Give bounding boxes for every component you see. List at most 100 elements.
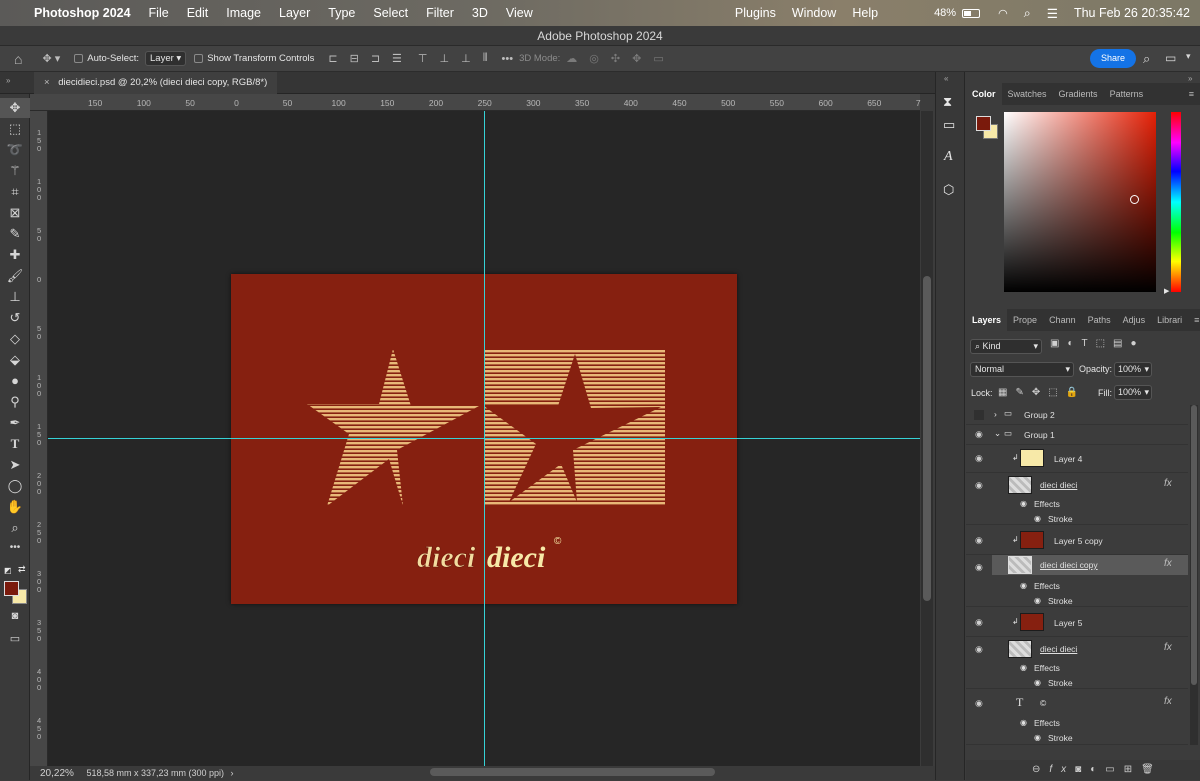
fx-icon[interactable]: fx <box>1164 642 1172 653</box>
paint-bucket-icon[interactable]: ⬙ <box>0 352 30 368</box>
3d-slide-icon[interactable]: ✥ <box>632 52 641 65</box>
close-tab-icon[interactable]: × <box>44 77 50 88</box>
fx-add-icon[interactable]: fx <box>1049 764 1075 775</box>
menu-plugins[interactable]: Plugins <box>735 6 776 20</box>
blur-tool-icon[interactable]: ● <box>0 373 30 388</box>
layer-row-selected[interactable]: ◉ dieci dieci copy fx ◉ Effects ◉ Stroke <box>966 555 1188 607</box>
link-layers-icon[interactable]: ⊖ <box>1032 764 1049 775</box>
scroll-thumb[interactable] <box>923 276 931 601</box>
ellipse-tool-icon[interactable]: ◯ <box>0 478 30 494</box>
move-tool-icon[interactable]: ✥ <box>0 98 30 118</box>
distribute-v-icon[interactable]: ⦀ <box>483 52 488 65</box>
dodge-tool-icon[interactable]: ⚲ <box>0 394 30 410</box>
eye-icon[interactable]: ◉ <box>975 453 983 464</box>
hand-tool-icon[interactable]: ✋ <box>0 499 30 515</box>
layer-row[interactable]: ◉ ↲ Layer 5 copy <box>966 527 1188 555</box>
eye-icon[interactable]: ◉ <box>975 644 983 655</box>
tab-gradients[interactable]: Gradients <box>1053 83 1104 105</box>
menu-help[interactable]: Help <box>852 6 878 20</box>
tab-patterns[interactable]: Patterns <box>1104 83 1150 105</box>
foreground-color-swatch[interactable] <box>4 581 19 596</box>
menu-edit[interactable]: Edit <box>187 6 209 20</box>
eye-icon[interactable]: ◉ <box>975 480 983 491</box>
eyedropper-icon[interactable]: ✎ <box>0 226 30 242</box>
effects-eye-icon[interactable]: ◉ <box>1020 718 1027 727</box>
3d-panel-icon[interactable]: ⬡ <box>943 182 954 198</box>
layers-scrollbar[interactable] <box>1190 405 1198 745</box>
status-menu-icon[interactable]: › <box>231 768 234 778</box>
stroke-eye-icon[interactable]: ◉ <box>1034 596 1041 605</box>
vertical-scrollbar[interactable] <box>921 111 933 766</box>
menu-view[interactable]: View <box>506 6 533 20</box>
menu-select[interactable]: Select <box>373 6 408 20</box>
expand-chevron-icon[interactable]: › <box>994 409 997 419</box>
fx-icon[interactable]: fx <box>1164 558 1172 569</box>
control-center-icon[interactable]: ☰ <box>1047 6 1058 21</box>
collapse-toolbar-icon[interactable]: » <box>6 76 10 85</box>
blend-mode-dropdown[interactable]: Normal ▾ <box>970 362 1074 377</box>
path-selection-icon[interactable]: ➤ <box>0 457 30 473</box>
move-tool-icon[interactable]: ✥ ▾ <box>42 52 60 65</box>
hue-slider[interactable] <box>1171 112 1181 292</box>
search-icon[interactable]: ⌕ <box>1024 6 1031 21</box>
align-right-icon[interactable]: ⊐ <box>371 52 380 65</box>
tab-channels[interactable]: Chann <box>1043 309 1082 331</box>
eye-icon[interactable]: ◉ <box>975 429 983 440</box>
menu-app-name[interactable]: Photoshop 2024 <box>34 6 131 20</box>
frame-tool-icon[interactable]: ⊠ <box>0 205 30 221</box>
comments-panel-icon[interactable]: ▭ <box>943 117 955 133</box>
distribute-h-icon[interactable]: ☰ <box>392 52 402 65</box>
fx-icon[interactable]: fx <box>1164 696 1172 707</box>
eye-icon[interactable]: ◉ <box>975 698 983 709</box>
auto-select-checkbox[interactable] <box>74 54 84 63</box>
menu-window[interactable]: Window <box>792 6 836 20</box>
history-brush-icon[interactable]: ↺ <box>0 310 30 326</box>
transform-controls-checkbox[interactable] <box>194 54 204 63</box>
add-mask-icon[interactable]: ◙ <box>1075 764 1090 775</box>
3d-scale-icon[interactable]: ▭ <box>653 52 663 65</box>
delete-layer-icon[interactable]: 🗑 <box>1141 764 1163 775</box>
menu-layer[interactable]: Layer <box>279 6 310 20</box>
layer-row[interactable]: ◉ ↲ Layer 5 <box>966 609 1188 637</box>
layer-row[interactable]: ◉ dieci dieci fx ◉ Effects ◉ Stroke <box>966 473 1188 525</box>
guide-horizontal[interactable] <box>48 438 920 439</box>
menu-image[interactable]: Image <box>226 6 261 20</box>
stroke-eye-icon[interactable]: ◉ <box>1034 678 1041 687</box>
eye-icon[interactable]: ◉ <box>975 617 983 628</box>
layer-row[interactable]: ◉ T © fx ◉ Effects ◉ Stroke <box>966 691 1188 745</box>
menu-3d[interactable]: 3D <box>472 6 488 20</box>
layers-scroll-thumb[interactable] <box>1191 405 1197 685</box>
align-bottom-icon[interactable]: ⊥ <box>461 52 471 65</box>
swap-colors-icon[interactable]: ⇄ <box>18 564 26 575</box>
layer-row[interactable]: ◉ dieci dieci fx ◉ Effects ◉ Stroke <box>966 637 1188 689</box>
glyphs-panel-icon[interactable]: A <box>944 149 953 165</box>
tab-libraries[interactable]: Librari <box>1151 309 1188 331</box>
new-group-icon[interactable]: ▭ <box>1105 764 1123 775</box>
align-center-h-icon[interactable]: ⊟ <box>350 52 359 65</box>
more-options-icon[interactable]: ••• <box>502 53 514 65</box>
document-tab[interactable]: × diecidieci.psd @ 20,2% (dieci dieci co… <box>34 72 278 94</box>
marquee-tool-icon[interactable]: ⬚ <box>0 121 30 137</box>
collapse-dock-icon[interactable]: « <box>944 74 948 83</box>
healing-brush-icon[interactable]: ✚ <box>0 247 30 263</box>
3d-pan-icon[interactable]: ✣ <box>611 52 620 65</box>
adjustment-icon[interactable]: ◐ <box>1090 764 1105 775</box>
color-fg-swatch[interactable] <box>976 116 991 131</box>
align-middle-icon[interactable]: ⊥ <box>440 52 450 65</box>
clock[interactable]: Thu Feb 26 20:35:42 <box>1074 6 1190 20</box>
quick-mask-icon[interactable]: ◙ <box>0 610 30 622</box>
lock-icons[interactable]: ▦✎✥⬚🔒 <box>998 387 1086 398</box>
effects-eye-icon[interactable]: ◉ <box>1020 499 1027 508</box>
filter-icons[interactable]: ▣◐T⬚▤● <box>1050 338 1145 349</box>
menu-file[interactable]: File <box>149 6 169 20</box>
effects-eye-icon[interactable]: ◉ <box>1020 581 1027 590</box>
layer-row[interactable]: › ▭ Group 2 <box>966 405 1188 425</box>
layers-menu-icon[interactable]: ≡ <box>1188 309 1200 331</box>
hue-slider-handle-icon[interactable]: ▶ <box>1164 287 1169 295</box>
tab-paths[interactable]: Paths <box>1082 309 1117 331</box>
home-icon[interactable]: ⌂ <box>14 51 22 67</box>
zoom-level[interactable]: 20,22% <box>40 768 74 779</box>
workspace-menu-icon[interactable]: ▾ <box>1186 51 1191 62</box>
magic-wand-icon[interactable]: ⚚ <box>0 163 30 179</box>
stroke-eye-icon[interactable]: ◉ <box>1034 514 1041 523</box>
